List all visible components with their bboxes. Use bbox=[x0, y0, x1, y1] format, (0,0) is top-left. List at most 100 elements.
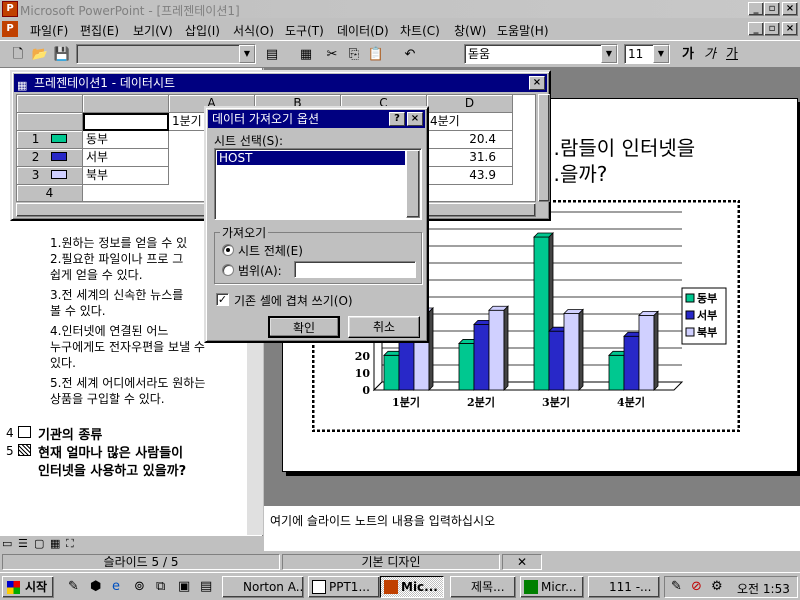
row-header-4[interactable]: 4 bbox=[17, 185, 83, 201]
cut-icon[interactable]: ✂ bbox=[322, 45, 342, 65]
menu-edit[interactable]: 편집(E) bbox=[80, 22, 119, 39]
outline-line[interactable]: 1.원하는 정보를 얻을 수 있 bbox=[50, 234, 187, 251]
bold-button[interactable]: 가 bbox=[678, 45, 698, 65]
outline-line[interactable]: 2.필요한 파일이나 프로 그 bbox=[50, 250, 183, 267]
sorter-view-icon[interactable]: ▦ bbox=[50, 537, 60, 550]
open-icon[interactable]: 📂 bbox=[30, 45, 50, 65]
italic-button[interactable]: 가 bbox=[700, 45, 720, 65]
menu-data[interactable]: 데이터(D) bbox=[337, 22, 389, 39]
menu-help[interactable]: 도움말(H) bbox=[497, 22, 549, 39]
range-radio[interactable] bbox=[222, 264, 234, 276]
task-norton[interactable]: Norton A... bbox=[222, 576, 304, 598]
outline-line[interactable]: 3.전 세계의 신속한 뉴스를 bbox=[50, 286, 183, 303]
menu-format[interactable]: 서식(O) bbox=[233, 22, 274, 39]
show-view-icon[interactable]: ⛶ bbox=[66, 537, 74, 551]
doc-restore-button[interactable]: ▫ bbox=[764, 22, 780, 36]
document-icon[interactable]: P bbox=[2, 21, 18, 37]
quicklaunch-icon[interactable]: ⊚ bbox=[134, 579, 145, 594]
range-label[interactable]: 범위(A): bbox=[238, 262, 282, 279]
start-button[interactable]: 시작 bbox=[2, 576, 54, 598]
help-button[interactable]: ? bbox=[389, 112, 405, 126]
datasheet-title-bar[interactable]: ▦ 프레젠테이션1 - 데이터시트 × bbox=[14, 74, 547, 92]
outline-slide-4-title[interactable]: 기관의 종류 bbox=[38, 424, 102, 443]
cell-row1-label[interactable]: 동부 bbox=[83, 131, 169, 149]
clock[interactable]: 오전 1:53 bbox=[737, 580, 790, 597]
powerpoint-icon[interactable]: P bbox=[2, 1, 18, 17]
menu-insert[interactable]: 삽입(I) bbox=[185, 22, 220, 39]
outline-line[interactable]: 있다. bbox=[50, 354, 76, 371]
outline-view-icon[interactable]: ☰ bbox=[18, 537, 28, 550]
paste-icon[interactable]: 📋 bbox=[366, 45, 386, 65]
chart-object-combo[interactable]: ▼ bbox=[76, 44, 256, 64]
doc-close-button[interactable]: × bbox=[782, 22, 798, 36]
col-header-blank[interactable] bbox=[83, 95, 169, 113]
datasheet-close-button[interactable]: × bbox=[529, 76, 545, 90]
range-input[interactable] bbox=[294, 261, 416, 278]
underline-button[interactable]: 가 bbox=[722, 45, 742, 65]
cancel-button[interactable]: 취소 bbox=[348, 316, 420, 338]
menu-view[interactable]: 보기(V) bbox=[133, 22, 173, 39]
menu-window[interactable]: 창(W) bbox=[454, 22, 486, 39]
speaker-muted-icon[interactable]: ⊘ bbox=[691, 579, 702, 594]
tray-icon[interactable]: ⚙ bbox=[711, 579, 723, 594]
sheet-listbox[interactable]: HOST bbox=[214, 148, 422, 220]
datasheet-vscroll[interactable] bbox=[538, 94, 550, 202]
quicklaunch-icon[interactable]: ▣ bbox=[178, 579, 190, 594]
outline-line[interactable]: 4.인터넷에 연결된 어느 bbox=[50, 322, 168, 339]
listbox-scrollbar[interactable] bbox=[406, 150, 420, 218]
menu-chart[interactable]: 차트(C) bbox=[400, 22, 440, 39]
task-excel[interactable]: Micr... bbox=[520, 576, 584, 598]
ie-icon[interactable]: e bbox=[112, 579, 120, 594]
slide-title[interactable]: …람들이 인터넷을 …을까? bbox=[540, 135, 695, 187]
cell-row3-d[interactable]: 43.9 bbox=[427, 167, 513, 185]
save-icon[interactable]: 💾 bbox=[52, 45, 72, 65]
outline-slide-5-title-2[interactable]: 인터넷을 사용하고 있을까? bbox=[38, 460, 186, 479]
copy-icon[interactable]: ⎘ bbox=[344, 45, 364, 65]
cell-header-d[interactable]: 4분기 bbox=[427, 113, 513, 131]
task-111[interactable]: 111 -... bbox=[588, 576, 660, 598]
quicklaunch-icon[interactable]: ⬢ bbox=[90, 579, 101, 594]
task-powerpoint-active[interactable]: Mic... bbox=[380, 576, 444, 598]
cell-row1-d[interactable]: 20.4 bbox=[427, 131, 513, 149]
task-ppt1[interactable]: PPT1... bbox=[308, 576, 380, 598]
outline-line[interactable]: 볼 수 있다. bbox=[50, 302, 106, 319]
quicklaunch-icon[interactable]: ⧉ bbox=[156, 579, 165, 594]
dialog-title-bar[interactable]: 데이터 가져오기 옵션 ? × bbox=[208, 110, 425, 128]
sheet-all-label[interactable]: 시트 전체(E) bbox=[238, 242, 303, 259]
outline-line[interactable]: 상품을 구입할 수 있다. bbox=[50, 390, 165, 407]
cell-row2-d[interactable]: 31.6 bbox=[427, 149, 513, 167]
chevron-down-icon[interactable]: ▼ bbox=[239, 45, 255, 63]
slide-view-icon[interactable]: ▢ bbox=[34, 537, 44, 550]
tray-icon[interactable]: ✎ bbox=[671, 579, 682, 594]
task-title[interactable]: 제목... bbox=[450, 576, 516, 598]
quicklaunch-icon[interactable]: ▤ bbox=[200, 579, 212, 594]
notes-pane[interactable]: 여기에 슬라이드 노트의 내용을 입력하십시오 bbox=[264, 504, 800, 551]
normal-view-icon[interactable]: ▭ bbox=[2, 537, 12, 550]
overwrite-checkbox[interactable]: ✓ bbox=[216, 293, 229, 306]
font-size-select[interactable]: 11 ▼ bbox=[624, 44, 670, 64]
chevron-down-icon[interactable]: ▼ bbox=[601, 45, 617, 63]
undo-icon[interactable]: ↶ bbox=[400, 45, 420, 65]
cell-row3-label[interactable]: 북부 bbox=[83, 167, 169, 185]
cell-row2-label[interactable]: 서부 bbox=[83, 149, 169, 167]
restore-button[interactable]: ▫ bbox=[764, 2, 780, 16]
row-header-2[interactable]: 2 bbox=[17, 149, 83, 167]
outline-line[interactable]: 누구에게도 전자우편을 보낼 수 bbox=[50, 338, 205, 355]
col-header-d[interactable]: D bbox=[427, 95, 513, 113]
active-cell[interactable] bbox=[83, 113, 169, 131]
row-header-blank[interactable] bbox=[17, 113, 83, 131]
close-button[interactable]: × bbox=[782, 2, 798, 16]
row-header-3[interactable]: 3 bbox=[17, 167, 83, 185]
minimize-button[interactable]: _ bbox=[748, 2, 764, 16]
notes-placeholder[interactable]: 여기에 슬라이드 노트의 내용을 입력하십시오 bbox=[270, 512, 495, 529]
font-select[interactable]: 돋움 ▼ bbox=[464, 44, 618, 64]
format-icon[interactable]: ▤ bbox=[262, 45, 282, 65]
outline-slide-5-title[interactable]: 현재 얼마나 많은 사람들이 bbox=[38, 442, 183, 461]
ok-button[interactable]: 확인 bbox=[268, 316, 340, 338]
outline-line[interactable]: 쉽게 얻을 수 있다. bbox=[50, 266, 143, 283]
chart-slide-icon[interactable] bbox=[18, 444, 31, 456]
row-header-1[interactable]: 1 bbox=[17, 131, 83, 149]
dialog-close-button[interactable]: × bbox=[407, 112, 423, 126]
datasheet-icon[interactable]: ▦ bbox=[296, 45, 316, 65]
corner-cell[interactable] bbox=[17, 95, 83, 113]
